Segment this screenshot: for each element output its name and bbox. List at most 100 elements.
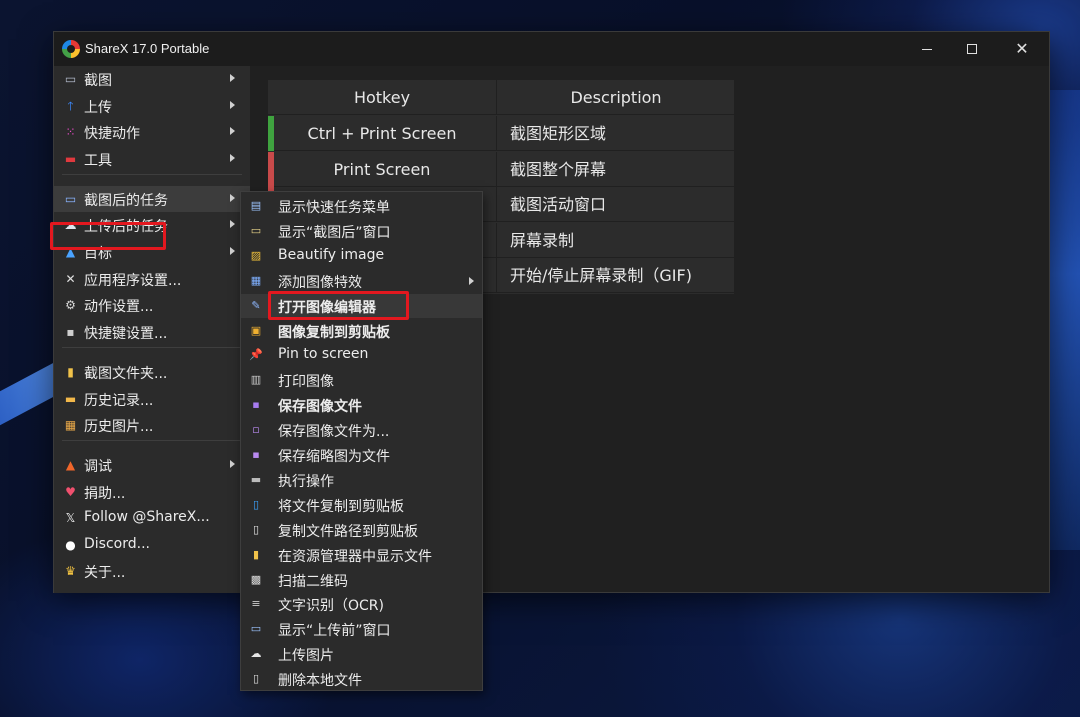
hotkey-cell: Print Screen: [268, 151, 497, 187]
submenu-item-3[interactable]: ▦ 添加图像特效: [241, 269, 482, 293]
menu-item-9[interactable]: ▪ 快捷键设置...: [54, 319, 250, 345]
annotation-highlight-box: [50, 222, 166, 250]
qr-code-icon: ▩: [250, 572, 262, 586]
description-cell: 开始/停止屏幕录制（GIF): [510, 266, 692, 285]
minimize-icon: [922, 48, 932, 50]
menu-item-13[interactable]: ▲ 调试: [54, 452, 250, 478]
submenu-item-label: Beautify image: [278, 246, 385, 263]
submenu-item-1[interactable]: ▭ 显示“截图后”窗口: [241, 219, 482, 243]
menu-item-10[interactable]: ▮ 截图文件夹...: [54, 359, 250, 385]
submenu-item-label: 扫描二维码: [278, 573, 348, 590]
cloud-upload-icon: ☁: [250, 647, 262, 661]
submenu-item-5[interactable]: ▣ 图像复制到剪贴板: [241, 319, 482, 343]
heart-icon: ♥: [65, 485, 76, 499]
menu-item-label: Follow @ShareX...: [84, 509, 210, 525]
submenu-arrow-icon: [230, 127, 235, 135]
menu-item-2[interactable]: ⁙ 快捷动作: [54, 119, 250, 145]
toolbox-icon: ▬: [64, 152, 77, 166]
description-cell: 截图矩形区域: [510, 124, 607, 143]
submenu-item-15[interactable]: ▩ 扫描二维码: [241, 568, 482, 592]
menu-separator: [62, 174, 242, 175]
copy-path-icon: ▯: [252, 522, 260, 536]
menu-item-17[interactable]: ♛ 关于...: [54, 558, 250, 584]
menu-item-label: 快捷键设置...: [84, 326, 168, 342]
submenu-item-label: 保存缩略图为文件: [278, 449, 390, 465]
menu-item-label: 工具: [84, 153, 112, 169]
submenu-item-16[interactable]: ≡ 文字识别（OCR): [241, 592, 482, 616]
submenu-item-17[interactable]: ▭ 显示“上传前”窗口: [241, 617, 482, 641]
table-row[interactable]: Ctrl + Print Screen 截图矩形区域: [268, 116, 734, 151]
submenu-item-label: Pin to screen: [278, 346, 369, 363]
menu-item-label: 动作设置...: [84, 299, 154, 315]
table-row[interactable]: Print Screen 截图整个屏幕: [268, 151, 734, 187]
submenu-item-label: 打印图像: [278, 374, 334, 391]
annotation-highlight-box: [268, 291, 409, 320]
submenu-item-label: 保存图像文件为...: [278, 424, 390, 441]
submenu-item-12[interactable]: ▯ 将文件复制到剪贴板: [241, 493, 482, 517]
upload-arrow-icon: 🡑: [67, 99, 74, 113]
keyboard-icon: ▪: [66, 325, 75, 339]
printer-icon: ▥: [250, 373, 262, 387]
menu-separator: [62, 347, 242, 348]
submenu-item-14[interactable]: ▮ 在资源管理器中显示文件: [241, 543, 482, 567]
menu-item-label: 历史图片...: [84, 419, 154, 435]
window-title: ShareX 17.0 Portable: [85, 41, 210, 56]
column-header-description[interactable]: Description: [498, 80, 734, 115]
submenu-item-18[interactable]: ☁ 上传图片: [241, 642, 482, 666]
menu-item-7[interactable]: ✕ 应用程序设置...: [54, 266, 250, 292]
description-cell: 屏幕录制: [510, 230, 575, 250]
menu-item-4[interactable]: ▭ 截图后的任务: [54, 186, 250, 212]
menu-item-12[interactable]: ▦ 历史图片...: [54, 412, 250, 438]
submenu-item-8[interactable]: ▪ 保存图像文件: [241, 393, 482, 417]
maximize-icon: [967, 44, 977, 54]
x-logo-icon: 𝕏: [65, 511, 76, 525]
submenu-item-label: 显示“截图后”窗口: [278, 224, 391, 241]
submenu-item-label: 显示“上传前”窗口: [278, 623, 391, 640]
menu-separator: [62, 440, 242, 441]
submenu-item-13[interactable]: ▯ 复制文件路径到剪贴板: [241, 518, 482, 542]
menu-item-8[interactable]: ⚙ 动作设置...: [54, 292, 250, 318]
submenu-item-label: 在资源管理器中显示文件: [278, 548, 432, 565]
traffic-cone-icon: ▲: [65, 458, 76, 472]
submenu-item-7[interactable]: ▥ 打印图像: [241, 368, 482, 392]
submenu-item-0[interactable]: ▤ 显示快速任务菜单: [241, 194, 482, 218]
submenu-item-label: 复制文件路径到剪贴板: [278, 523, 418, 540]
folder-icon: ▮: [67, 365, 74, 379]
window-icon: ▭: [250, 223, 262, 237]
submenu-item-2[interactable]: ▨ Beautify image: [241, 244, 482, 268]
menu-item-1[interactable]: 🡑 上传: [54, 93, 250, 119]
menu-item-11[interactable]: ▬ 历史记录...: [54, 386, 250, 412]
close-button[interactable]: ✕: [999, 32, 1045, 66]
submenu-arrow-icon: [230, 74, 235, 82]
menu-item-label: 关于...: [84, 565, 126, 581]
maximize-button[interactable]: [949, 32, 995, 66]
column-header-hotkey[interactable]: Hotkey: [268, 80, 497, 115]
main-menu: ▭ 截图 🡑 上传 ⁙ 快捷动作 ▬ 工具 ▭ 截图后的任务 ☁ 上传后的任务 ▲ 目标 ✕ 应用程序设置..…: [50, 66, 250, 593]
after-capture-submenu: ▤ 显示快速任务菜单 ▭ 显示“截图后”窗口 ▨ Beautify image ▦ 添加图像特…: [240, 191, 483, 691]
hotkey-cell: Ctrl + Print Screen: [268, 116, 497, 151]
submenu-item-11[interactable]: ▬ 执行操作: [241, 468, 482, 492]
effects-icon: ▦: [250, 273, 262, 287]
submenu-item-6[interactable]: 📌 Pin to screen: [241, 343, 482, 367]
minimize-button[interactable]: [904, 32, 950, 66]
wrench-icon: ✕: [65, 272, 76, 286]
title-bar[interactable]: ShareX 17.0 Portable ✕: [54, 32, 1049, 66]
delete-file-icon: ▯: [252, 672, 260, 686]
crown-icon: ♛: [65, 564, 76, 578]
copy-file-icon: ▯: [252, 497, 260, 511]
menu-item-16[interactable]: ● Discord...: [54, 532, 250, 558]
after-capture-icon: ▭: [64, 192, 77, 206]
capture-icon: ▭: [64, 72, 77, 86]
submenu-item-9[interactable]: ▫ 保存图像文件为...: [241, 418, 482, 442]
submenu-arrow-icon: [230, 101, 235, 109]
menu-item-label: 调试: [84, 459, 112, 475]
menu-item-3[interactable]: ▬ 工具: [54, 146, 250, 172]
submenu-item-label: 执行操作: [278, 473, 334, 490]
close-icon: ✕: [1015, 39, 1029, 58]
menu-item-0[interactable]: ▭ 截图: [54, 66, 250, 92]
gear-icon: ⚙: [65, 298, 76, 312]
menu-item-15[interactable]: 𝕏 Follow @ShareX...: [54, 505, 250, 531]
submenu-item-10[interactable]: ▪ 保存缩略图为文件: [241, 443, 482, 467]
submenu-item-19[interactable]: ▯ 删除本地文件: [241, 667, 482, 691]
menu-item-14[interactable]: ♥ 捐助...: [54, 479, 250, 505]
